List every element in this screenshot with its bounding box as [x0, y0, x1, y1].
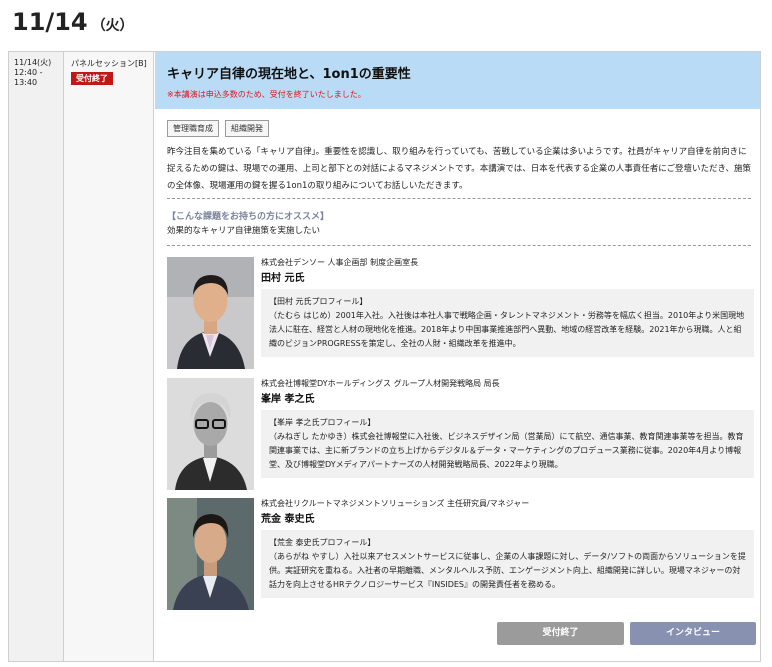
day-of-week: （火） — [91, 18, 134, 34]
speaker-name: 荒金 泰史氏 — [261, 514, 315, 525]
closed-notice: ※本講演は申込多数のため、受付を終了いたしました。 — [167, 90, 366, 99]
tag-list: 管理職育成 組織開発 — [167, 120, 269, 137]
speaker-photo — [167, 498, 254, 610]
session-description: 昨今注目を集めている「キャリア自律」。重要性を認識し、取り組みを行っていても、苦… — [167, 147, 751, 191]
session-card: 11/14(火) 12:40 - 13:40 パネルセッション[B] 受付終了 … — [8, 51, 761, 662]
interview-button[interactable]: インタビュー — [630, 622, 756, 645]
recommend-heading: 【こんな課題をお持ちの方にオススメ】 — [167, 212, 330, 222]
profile-body: （たむら はじめ）2001年入社。入社後は本社人事で戦略企画・タレントマネジメン… — [269, 311, 745, 348]
tag-management-training[interactable]: 管理職育成 — [167, 120, 219, 137]
speaker-org: 株式会社デンソー 人事企画部 制度企画室長 — [261, 258, 419, 267]
speaker-photo — [167, 257, 254, 369]
tag-org-development[interactable]: 組織開発 — [225, 120, 269, 137]
speaker-profile: 【峯岸 孝之氏プロフィール】 （みねぎし たかゆき）株式会社博報堂に入社後、ビジ… — [261, 410, 754, 478]
session-detail: キャリア自律の現在地と、1on1の重要性 ※本講演は申込多数のため、受付を終了い… — [155, 52, 760, 661]
profile-heading: 【荒金 泰史氏プロフィール】 — [269, 538, 376, 547]
speaker-photo — [167, 378, 254, 490]
session-start: 12:40 - — [14, 68, 43, 77]
session-date: 11/14(火) — [14, 58, 52, 67]
speaker-card: 株式会社リクルートマネジメントソリューションズ 主任研究員/マネジャー 荒金 泰… — [167, 498, 754, 612]
speaker-profile: 【荒金 泰史氏プロフィール】 （あらがね やすし）入社以来アセスメントサービスに… — [261, 530, 754, 598]
speaker-org: 株式会社リクルートマネジメントソリューションズ 主任研究員/マネジャー — [261, 499, 530, 508]
speaker-card: 株式会社デンソー 人事企画部 制度企画室長 田村 元氏 【田村 元氏プロフィール… — [167, 257, 754, 371]
session-end: 13:40 — [14, 78, 38, 87]
date-text: 11/14 — [12, 8, 88, 36]
date-heading: 11/14 （火） — [12, 8, 134, 36]
session-title: キャリア自律の現在地と、1on1の重要性 — [167, 67, 411, 82]
closed-button[interactable]: 受付終了 — [497, 622, 624, 645]
recommend-text: 効果的なキャリア自律施策を実施したい — [167, 226, 321, 236]
session-time-column: 11/14(火) 12:40 - 13:40 — [9, 52, 64, 661]
speaker-card: 株式会社博報堂DYホールディングス グループ人材開発戦略局 局長 峯岸 孝之氏 … — [167, 378, 754, 492]
speaker-org: 株式会社博報堂DYホールディングス グループ人材開発戦略局 局長 — [261, 379, 500, 388]
speaker-name: 田村 元氏 — [261, 273, 305, 284]
divider — [167, 198, 751, 199]
speaker-profile: 【田村 元氏プロフィール】 （たむら はじめ）2001年入社。入社後は本社人事で… — [261, 289, 754, 357]
status-badge: 受付終了 — [71, 72, 113, 85]
profile-body: （あらがね やすし）入社以来アセスメントサービスに従事し、企業の人事課題に対し、… — [269, 552, 746, 589]
profile-heading: 【田村 元氏プロフィール】 — [269, 297, 368, 306]
profile-heading: 【峯岸 孝之氏プロフィール】 — [269, 418, 376, 427]
divider — [167, 245, 751, 246]
speaker-name: 峯岸 孝之氏 — [261, 394, 315, 405]
title-band: キャリア自律の現在地と、1on1の重要性 ※本講演は申込多数のため、受付を終了い… — [155, 52, 760, 109]
session-type-column: パネルセッション[B] 受付終了 — [64, 52, 154, 661]
profile-body: （みねぎし たかゆき）株式会社博報堂に入社後、ビジネスデザイン局（営業局）にて航… — [269, 432, 744, 469]
session-type: パネルセッション[B] — [71, 59, 147, 68]
